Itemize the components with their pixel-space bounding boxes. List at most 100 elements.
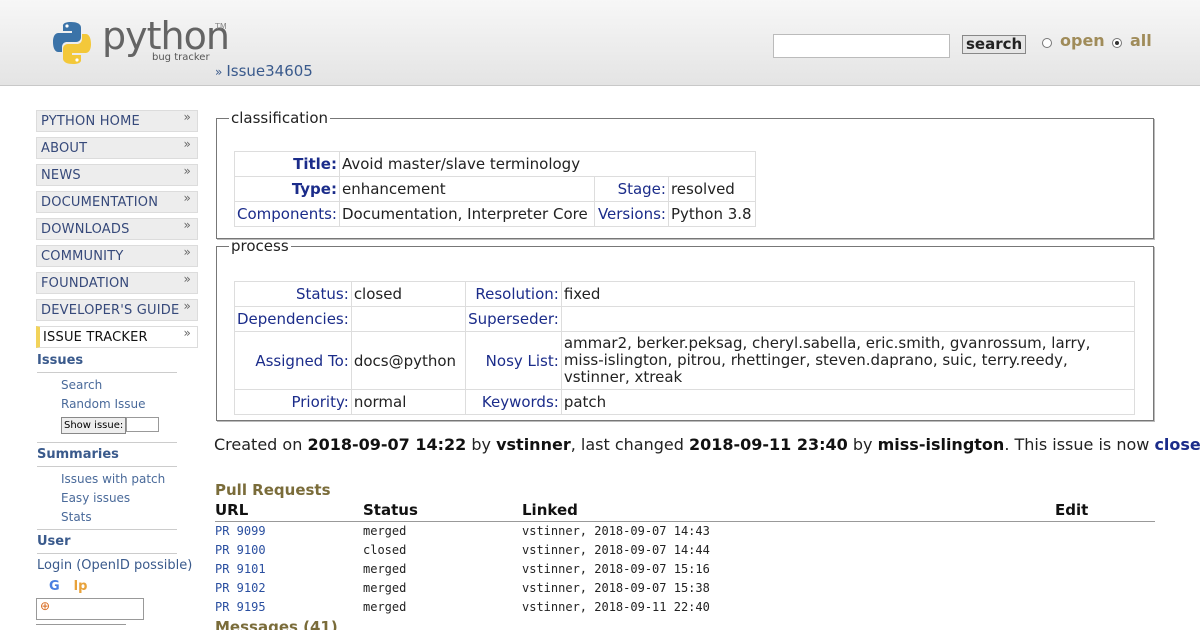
table-header-row: URL Status Linked Edit [215, 499, 1155, 522]
classification-fieldset: classification Title: Avoid master/slave… [216, 109, 1154, 239]
user-heading: User [37, 534, 71, 549]
logo-subtitle: bug tracker [152, 52, 210, 63]
nav-documentation[interactable]: DOCUMENTATION » [36, 191, 198, 213]
classification-legend: classification [231, 109, 329, 127]
nav-label: PYTHON HOME [41, 114, 140, 129]
chevron-right-icon: » [183, 191, 191, 205]
link-easy-issues[interactable]: Easy issues [36, 489, 201, 508]
pr-linked: vstinner, 2018-09-07 15:38 [522, 580, 710, 595]
issues-heading: Issues [37, 353, 84, 368]
nav-issue-tracker[interactable]: ISSUE TRACKER » [36, 326, 198, 348]
pr-status: merged [363, 561, 407, 576]
openid-input[interactable]: ⊕ [36, 598, 144, 620]
status-label: Status: [234, 281, 352, 307]
pr-edit [1055, 540, 1155, 559]
divider [37, 529, 177, 530]
title-value: Avoid master/slave terminology [338, 151, 757, 177]
state-prefix: . This issue is now [1004, 435, 1150, 454]
pr-edit [1055, 521, 1155, 540]
classification-table: Title: Avoid master/slave terminology Ty… [234, 151, 757, 227]
python-logo[interactable]: python bug tracker TM [50, 14, 230, 74]
link-stats[interactable]: Stats [36, 508, 201, 527]
priority-value: normal [350, 389, 466, 415]
status-value: closed [350, 281, 466, 307]
priority-label: Priority: [234, 389, 352, 415]
table-row: PR 9195 merged vstinner, 2018-09-11 22:4… [215, 597, 1155, 616]
nav-about[interactable]: ABOUT » [36, 137, 198, 159]
nav-label: ABOUT [41, 141, 88, 156]
password-input[interactable] [36, 624, 126, 630]
breadcrumb: » Issue34605 [215, 62, 313, 80]
search-button[interactable]: search [962, 35, 1027, 54]
type-label: Type: [234, 176, 340, 202]
pr-linked: vstinner, 2018-09-07 14:43 [522, 523, 710, 538]
pr-link[interactable]: PR 9100 [215, 540, 363, 559]
pr-status: merged [363, 580, 407, 595]
pr-edit [1055, 559, 1155, 578]
nav-news[interactable]: NEWS » [36, 164, 198, 186]
link-search[interactable]: Search [36, 376, 201, 395]
table-row: PR 9100 closed vstinner, 2018-09-07 14:4… [215, 540, 1155, 559]
summaries-heading: Summaries [37, 447, 119, 462]
pr-link[interactable]: PR 9101 [215, 559, 363, 578]
chevron-right-icon: » [183, 164, 191, 178]
nosy-list-value: ammar2, berker.peksag, cheryl.sabella, e… [560, 331, 1136, 390]
sidebar: PYTHON HOME » ABOUT » NEWS » DOCUMENTATION »… [36, 110, 201, 630]
nav-community[interactable]: COMMUNITY » [36, 245, 198, 267]
filter-all-radio[interactable] [1112, 38, 1122, 48]
filter-open-radio[interactable] [1042, 38, 1052, 48]
link-issues-with-patch[interactable]: Issues with patch [36, 470, 201, 489]
show-issue-button[interactable]: Show issue: [61, 417, 127, 434]
chevron-right-icon: » [183, 137, 191, 151]
col-url: URL [215, 499, 363, 522]
launchpad-icon[interactable]: lp [74, 579, 88, 594]
assigned-to-value: docs@python [350, 331, 466, 390]
changed-prefix: , last changed [570, 435, 684, 454]
nav-label: ISSUE TRACKER [43, 330, 148, 345]
messages-heading: Messages (41) [215, 620, 338, 630]
openid-icon: ⊕ [40, 599, 51, 613]
divider [37, 466, 177, 467]
pr-status: merged [363, 599, 407, 614]
nav-foundation[interactable]: FOUNDATION » [36, 272, 198, 294]
nav-label: DOCUMENTATION [41, 195, 159, 210]
issue-state: closed [1154, 435, 1200, 454]
keywords-label: Keywords: [464, 389, 562, 415]
nav-python-home[interactable]: PYTHON HOME » [36, 110, 198, 132]
nav-label: COMMUNITY [41, 249, 124, 264]
process-fieldset: process Status: closed Resolution: fixed… [216, 237, 1154, 421]
filter-open-label[interactable]: open [1060, 31, 1105, 50]
table-row: PR 9101 merged vstinner, 2018-09-07 15:1… [215, 559, 1155, 578]
superseder-label: Superseder: [464, 306, 562, 332]
pr-link[interactable]: PR 9099 [215, 521, 363, 540]
nav-downloads[interactable]: DOWNLOADS » [36, 218, 198, 240]
col-status: Status [363, 499, 522, 522]
pull-requests-heading: Pull Requests [215, 481, 331, 499]
superseder-value [560, 306, 1136, 332]
link-random-issue[interactable]: Random Issue [36, 395, 201, 414]
pr-linked: vstinner, 2018-09-07 14:44 [522, 542, 710, 557]
keywords-value: patch [560, 389, 1136, 415]
col-edit: Edit [1055, 499, 1155, 522]
pr-edit [1055, 597, 1155, 616]
versions-value: Python 3.8 [667, 201, 757, 227]
table-row: PR 9099 merged vstinner, 2018-09-07 14:4… [215, 521, 1155, 540]
nav-label: FOUNDATION [41, 276, 130, 291]
creator-name: vstinner [496, 435, 571, 454]
chevron-right-icon: » [183, 245, 191, 259]
nav-developers-guide[interactable]: DEVELOPER'S GUIDE» [36, 299, 198, 321]
search-input[interactable] [773, 34, 950, 58]
login-link[interactable]: Login (OpenID possible) [37, 558, 201, 573]
issue-number-input[interactable] [126, 417, 159, 432]
divider [37, 372, 177, 373]
filter-all-label[interactable]: all [1130, 31, 1152, 50]
auth-icons-row: Glp [36, 575, 201, 594]
pr-link[interactable]: PR 9102 [215, 578, 363, 597]
created-by: by [471, 435, 491, 454]
chevron-right-icon: » [183, 272, 191, 286]
google-icon[interactable]: G [49, 579, 60, 594]
pr-linked: vstinner, 2018-09-07 15:16 [522, 561, 710, 576]
breadcrumb-issue-link[interactable]: Issue34605 [226, 62, 313, 80]
pr-link[interactable]: PR 9195 [215, 597, 363, 616]
created-summary: Created on 2018-09-07 14:22 by vstinner,… [214, 435, 1200, 454]
